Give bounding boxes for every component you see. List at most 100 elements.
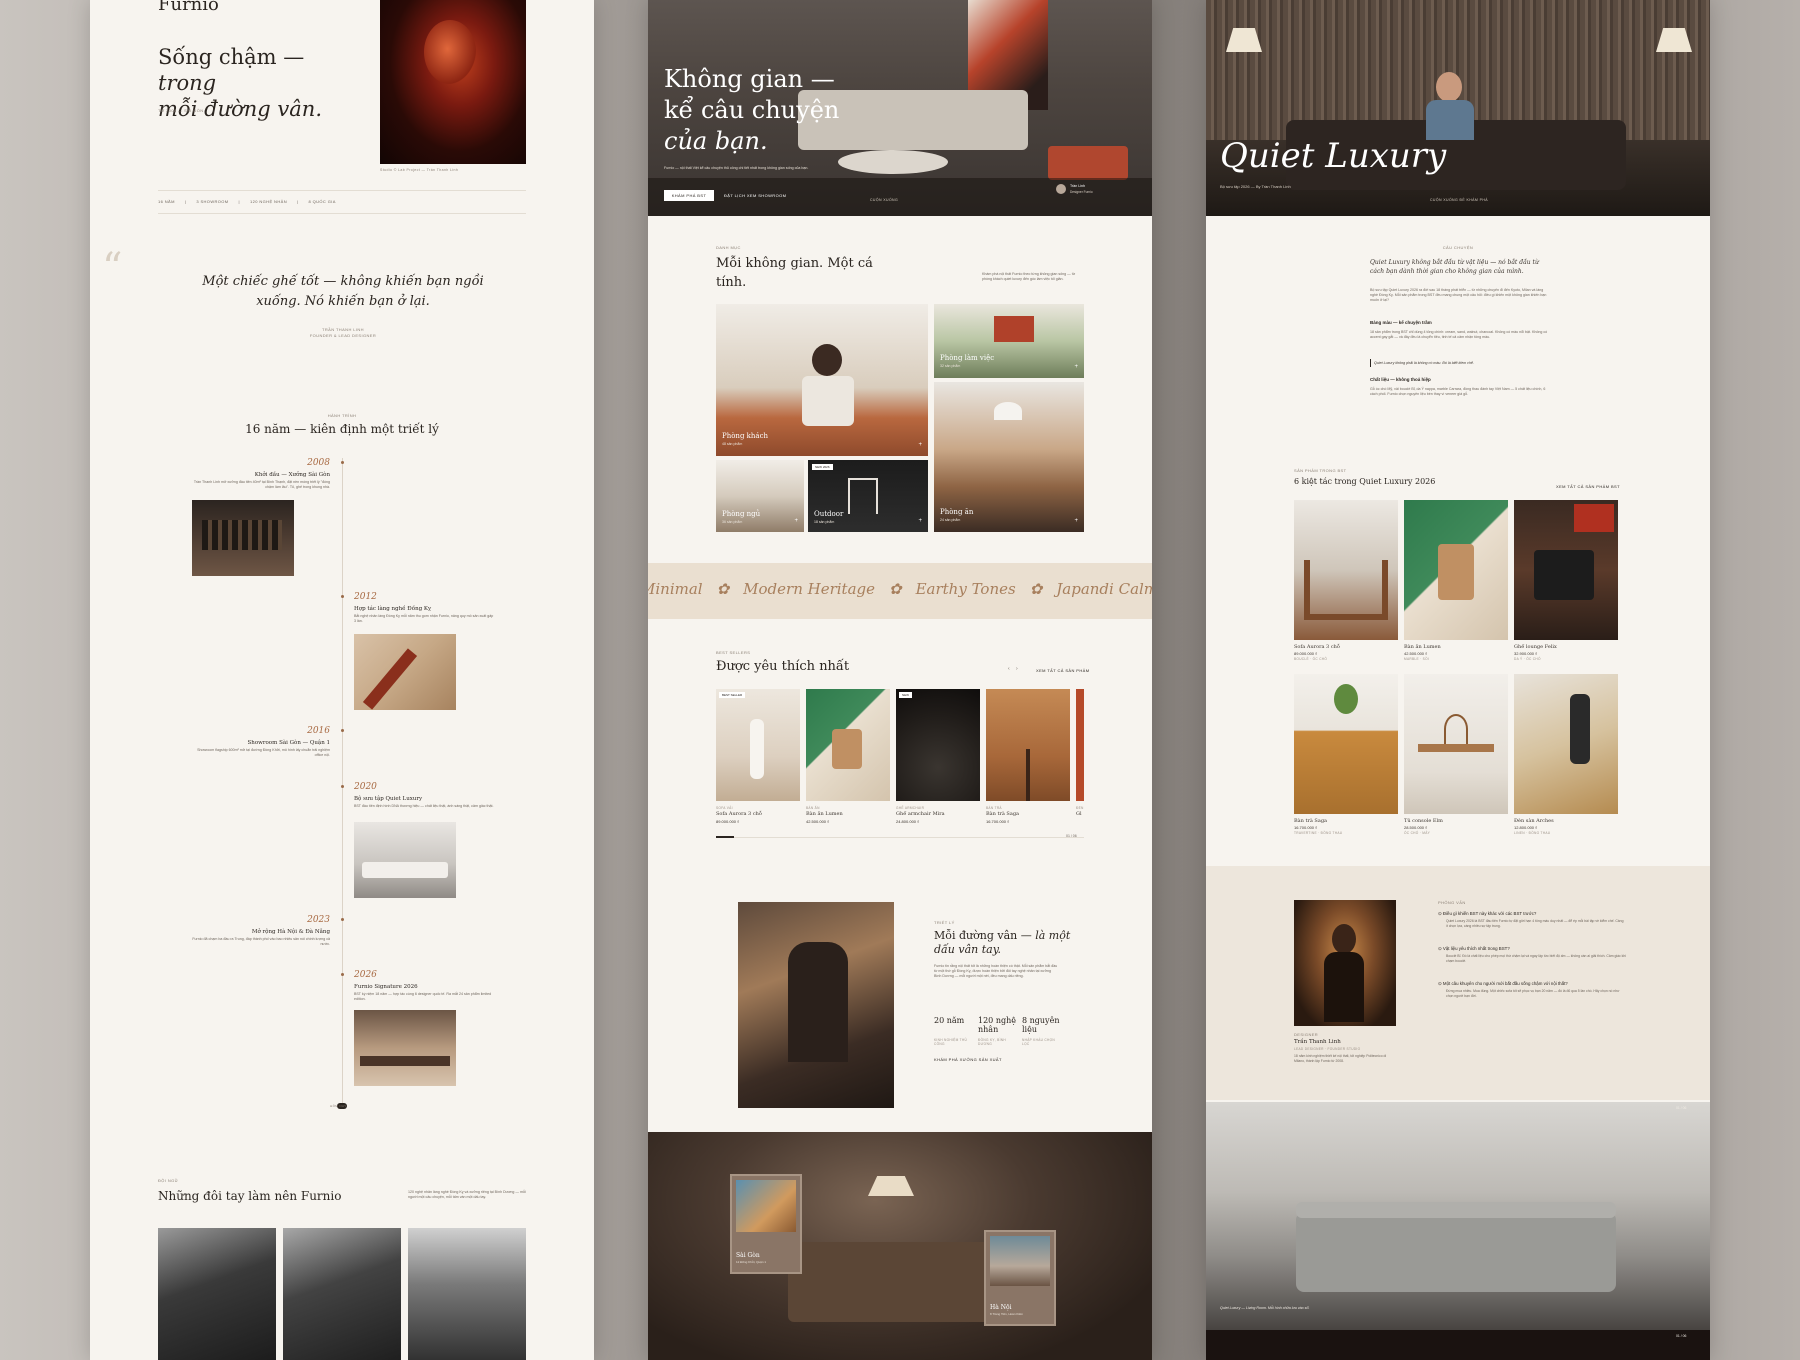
collection-product-meta: MARBLE · SỒI: [1404, 657, 1430, 661]
prev-arrow-icon[interactable]: ‹: [1008, 666, 1010, 672]
product-card[interactable]: [1076, 689, 1084, 801]
story-stat-value: 120 nghệ nhân: [978, 1016, 1016, 1034]
collection-product-card[interactable]: [1404, 674, 1508, 814]
explore-workshop-link[interactable]: KHÁM PHÁ XƯỞNG SẢN XUẤT: [934, 1057, 1002, 1062]
collection-product-name[interactable]: Đèn sàn Arches: [1514, 818, 1554, 824]
add-icon[interactable]: +: [918, 442, 922, 448]
timeline-dot: [341, 785, 344, 788]
product-name[interactable]: Gl: [1076, 811, 1084, 817]
collection-product-meta: BOUCLÉ · ÓC CHÓ: [1294, 657, 1328, 661]
rooms-description: Khám phá nội thất Furnio theo từng không…: [982, 272, 1076, 281]
collection-product-card[interactable]: [1514, 500, 1618, 640]
product-card[interactable]: [806, 689, 890, 801]
timeline-photo: [354, 822, 456, 898]
faq-question[interactable]: ⊙ Một câu khuyên cho người mới bắt đầu s…: [1438, 981, 1568, 987]
view-collection-products-link[interactable]: XEM TẤT CẢ SẢN PHẨM BST: [1556, 484, 1620, 489]
collection-product-name[interactable]: Bàn trà Saga: [1294, 818, 1327, 824]
collection-product-card[interactable]: [1294, 674, 1398, 814]
product-name[interactable]: Ghế armchair Mira: [896, 811, 945, 817]
timeline-end-label: HÔM NAY: [330, 1104, 347, 1108]
gallery-counter-bottom: 01 / 06: [1676, 1334, 1687, 1338]
add-icon[interactable]: +: [794, 518, 798, 524]
gallery-slide[interactable]: [1206, 1102, 1710, 1360]
team-photo[interactable]: [283, 1228, 401, 1360]
story-stat-value: 8 nguyên liệu: [1022, 1016, 1060, 1034]
room-count: 24 sản phẩm: [940, 518, 961, 522]
designer-photo: [1294, 900, 1396, 1026]
story-text: Furnio tin rằng nội thất tốt là những ho…: [934, 964, 1058, 978]
product-card[interactable]: NEW: [896, 689, 980, 801]
hero-badge-role: Designer Furnio: [1070, 190, 1093, 194]
room-card-living[interactable]: Phòng khách 48 sản phẩm +: [716, 304, 928, 456]
timeline-photo: [354, 1010, 456, 1086]
collection-product-name[interactable]: Sofa Aurora 3 chỗ: [1294, 644, 1340, 650]
essay-paragraph: Gỗ óc chó Mỹ, vải bouclé Bỉ, da Ý nappa,…: [1370, 387, 1546, 396]
product-name[interactable]: Bàn ăn Lumen: [806, 811, 843, 817]
add-icon[interactable]: +: [1074, 518, 1078, 524]
room-count: 32 sản phẩm: [940, 364, 961, 368]
explore-collection-button[interactable]: KHÁM PHÁ BST: [664, 190, 714, 201]
photo-caption: Studio © Lab Project — Trần Thanh Linh: [380, 168, 459, 172]
essay-quote: Quiet Luxury không phải là không có màu.…: [1374, 361, 1474, 365]
collection-product-meta: TRAVERTINE · ĐỒNG THAU: [1294, 831, 1343, 835]
collection-product-price: 12.800.000 ₫: [1514, 825, 1538, 830]
essay-heading: Chất liệu — không thoả hiệp: [1370, 377, 1431, 382]
product-meta: BÀN ĂN: [806, 806, 820, 810]
collection-product-name[interactable]: Bàn ăn Lumen: [1404, 644, 1441, 650]
room-card-outdoor[interactable]: NEW 2026 Outdoor 18 sản phẩm +: [808, 460, 928, 532]
timeline-dot: [341, 918, 344, 921]
book-showroom-button[interactable]: ĐẶT LỊCH XEM SHOWROOM: [720, 190, 790, 201]
product-card[interactable]: [986, 689, 1070, 801]
collection-product-card[interactable]: [1404, 500, 1508, 640]
room-card-office[interactable]: Phòng làm việc 32 sản phẩm +: [934, 304, 1084, 378]
product-meta: GHẾ ARMCHAIR: [896, 806, 925, 810]
next-arrow-icon[interactable]: ›: [1016, 666, 1018, 672]
panel-about[interactable]: Furnio Sống chậm — trong mỗi đường vân. T…: [90, 0, 594, 1360]
designer-role: LEAD DESIGNER · FOUNDER STUDIO: [1294, 1047, 1361, 1051]
room-count: 18 sản phẩm: [814, 520, 835, 524]
add-icon[interactable]: +: [1074, 364, 1078, 370]
faq-answer: Quiet Luxury 2026 là BST đầu tiên Furnio…: [1446, 919, 1624, 928]
product-name[interactable]: Sofa Aurora 3 chỗ: [716, 811, 762, 817]
room-card-bedroom[interactable]: Phòng ngủ 36 sản phẩm +: [716, 460, 804, 532]
product-card[interactable]: BEST SELLER: [716, 689, 800, 801]
gallery-counter: 01 / 06: [1676, 1106, 1687, 1110]
hero-subtitle: Furnio — nội thất Việt kể câu chuyện thủ…: [664, 166, 809, 170]
collection-product-card[interactable]: [1514, 674, 1618, 814]
stat-showrooms: 3 SHOWROOM: [196, 199, 229, 204]
new-badge: NEW: [899, 692, 912, 698]
collection-product-name[interactable]: Tủ console Elm: [1404, 818, 1443, 824]
showroom-card-hanoi[interactable]: Hà Nội 8 Tràng Tiền, Hoàn Kiếm: [984, 1230, 1056, 1326]
bestsellers-title: Được yêu thích nhất: [716, 659, 850, 674]
craftsman-photo: [738, 902, 894, 1108]
team-photo[interactable]: [158, 1228, 276, 1360]
brand-logo[interactable]: Furnio: [158, 0, 219, 15]
room-label: Phòng làm việc: [940, 354, 995, 362]
view-all-products-link[interactable]: XEM TẤT CẢ SẢN PHẨM: [1036, 668, 1089, 673]
faq-question[interactable]: ⊙ Vật liệu yêu thích nhất trong BST?: [1438, 946, 1510, 952]
room-count: 36 sản phẩm: [722, 520, 743, 524]
collection-product-price: 89.000.000 ₫: [1294, 651, 1318, 656]
timeline-title: Mở rộng Hà Nội & Đà Nẵng: [251, 929, 330, 935]
timeline-title: Khởi đầu — Xưởng Sài Gòn: [254, 472, 330, 478]
collection-product-card[interactable]: [1294, 500, 1398, 640]
team-photo[interactable]: [408, 1228, 526, 1360]
panel-home[interactable]: Không gian — kể câu chuyện của bạn. Furnio…: [648, 0, 1152, 1360]
product-name[interactable]: Bàn trà Saga: [986, 811, 1019, 817]
panel-collection[interactable]: Quiet Luxury Bộ sưu tập 2026 — By Trần T…: [1206, 0, 1710, 1360]
flower-icon: ✿: [716, 580, 730, 598]
faq-question[interactable]: ⊙ Điều gì khiến BST này khác với các BST…: [1438, 911, 1536, 917]
journey-kicker: HÀNH TRÌNH: [327, 413, 357, 418]
essay-heading: Bảng màu — kể chuyện trầm: [1370, 320, 1432, 325]
timeline-text: Showroom flagship 600m² mở tại đường Đồn…: [197, 748, 330, 757]
story-stat-label: ĐỒNG KỴ, BÌNH DƯƠNG: [978, 1038, 1006, 1046]
timeline-year: 2020: [354, 782, 377, 792]
room-card-dining[interactable]: Phòng ăn 24 sản phẩm +: [934, 382, 1084, 532]
showroom-card-saigon[interactable]: Sài Gòn 12 Đồng Khởi, Quận 1: [730, 1174, 802, 1274]
timeline-title: Hợp tác làng nghề Đồng Kỵ: [354, 606, 432, 612]
collection-product-name[interactable]: Ghế lounge Felix: [1514, 644, 1557, 650]
product-price: 16.700.000 ₫: [986, 819, 1010, 824]
timeline-text: BST kỷ niệm 18 năm — hợp tác cùng 6 desi…: [354, 992, 492, 1001]
add-icon[interactable]: +: [918, 518, 922, 524]
timeline-text: BST đầu tiên định hình DNA thương hiệu —…: [354, 804, 494, 808]
